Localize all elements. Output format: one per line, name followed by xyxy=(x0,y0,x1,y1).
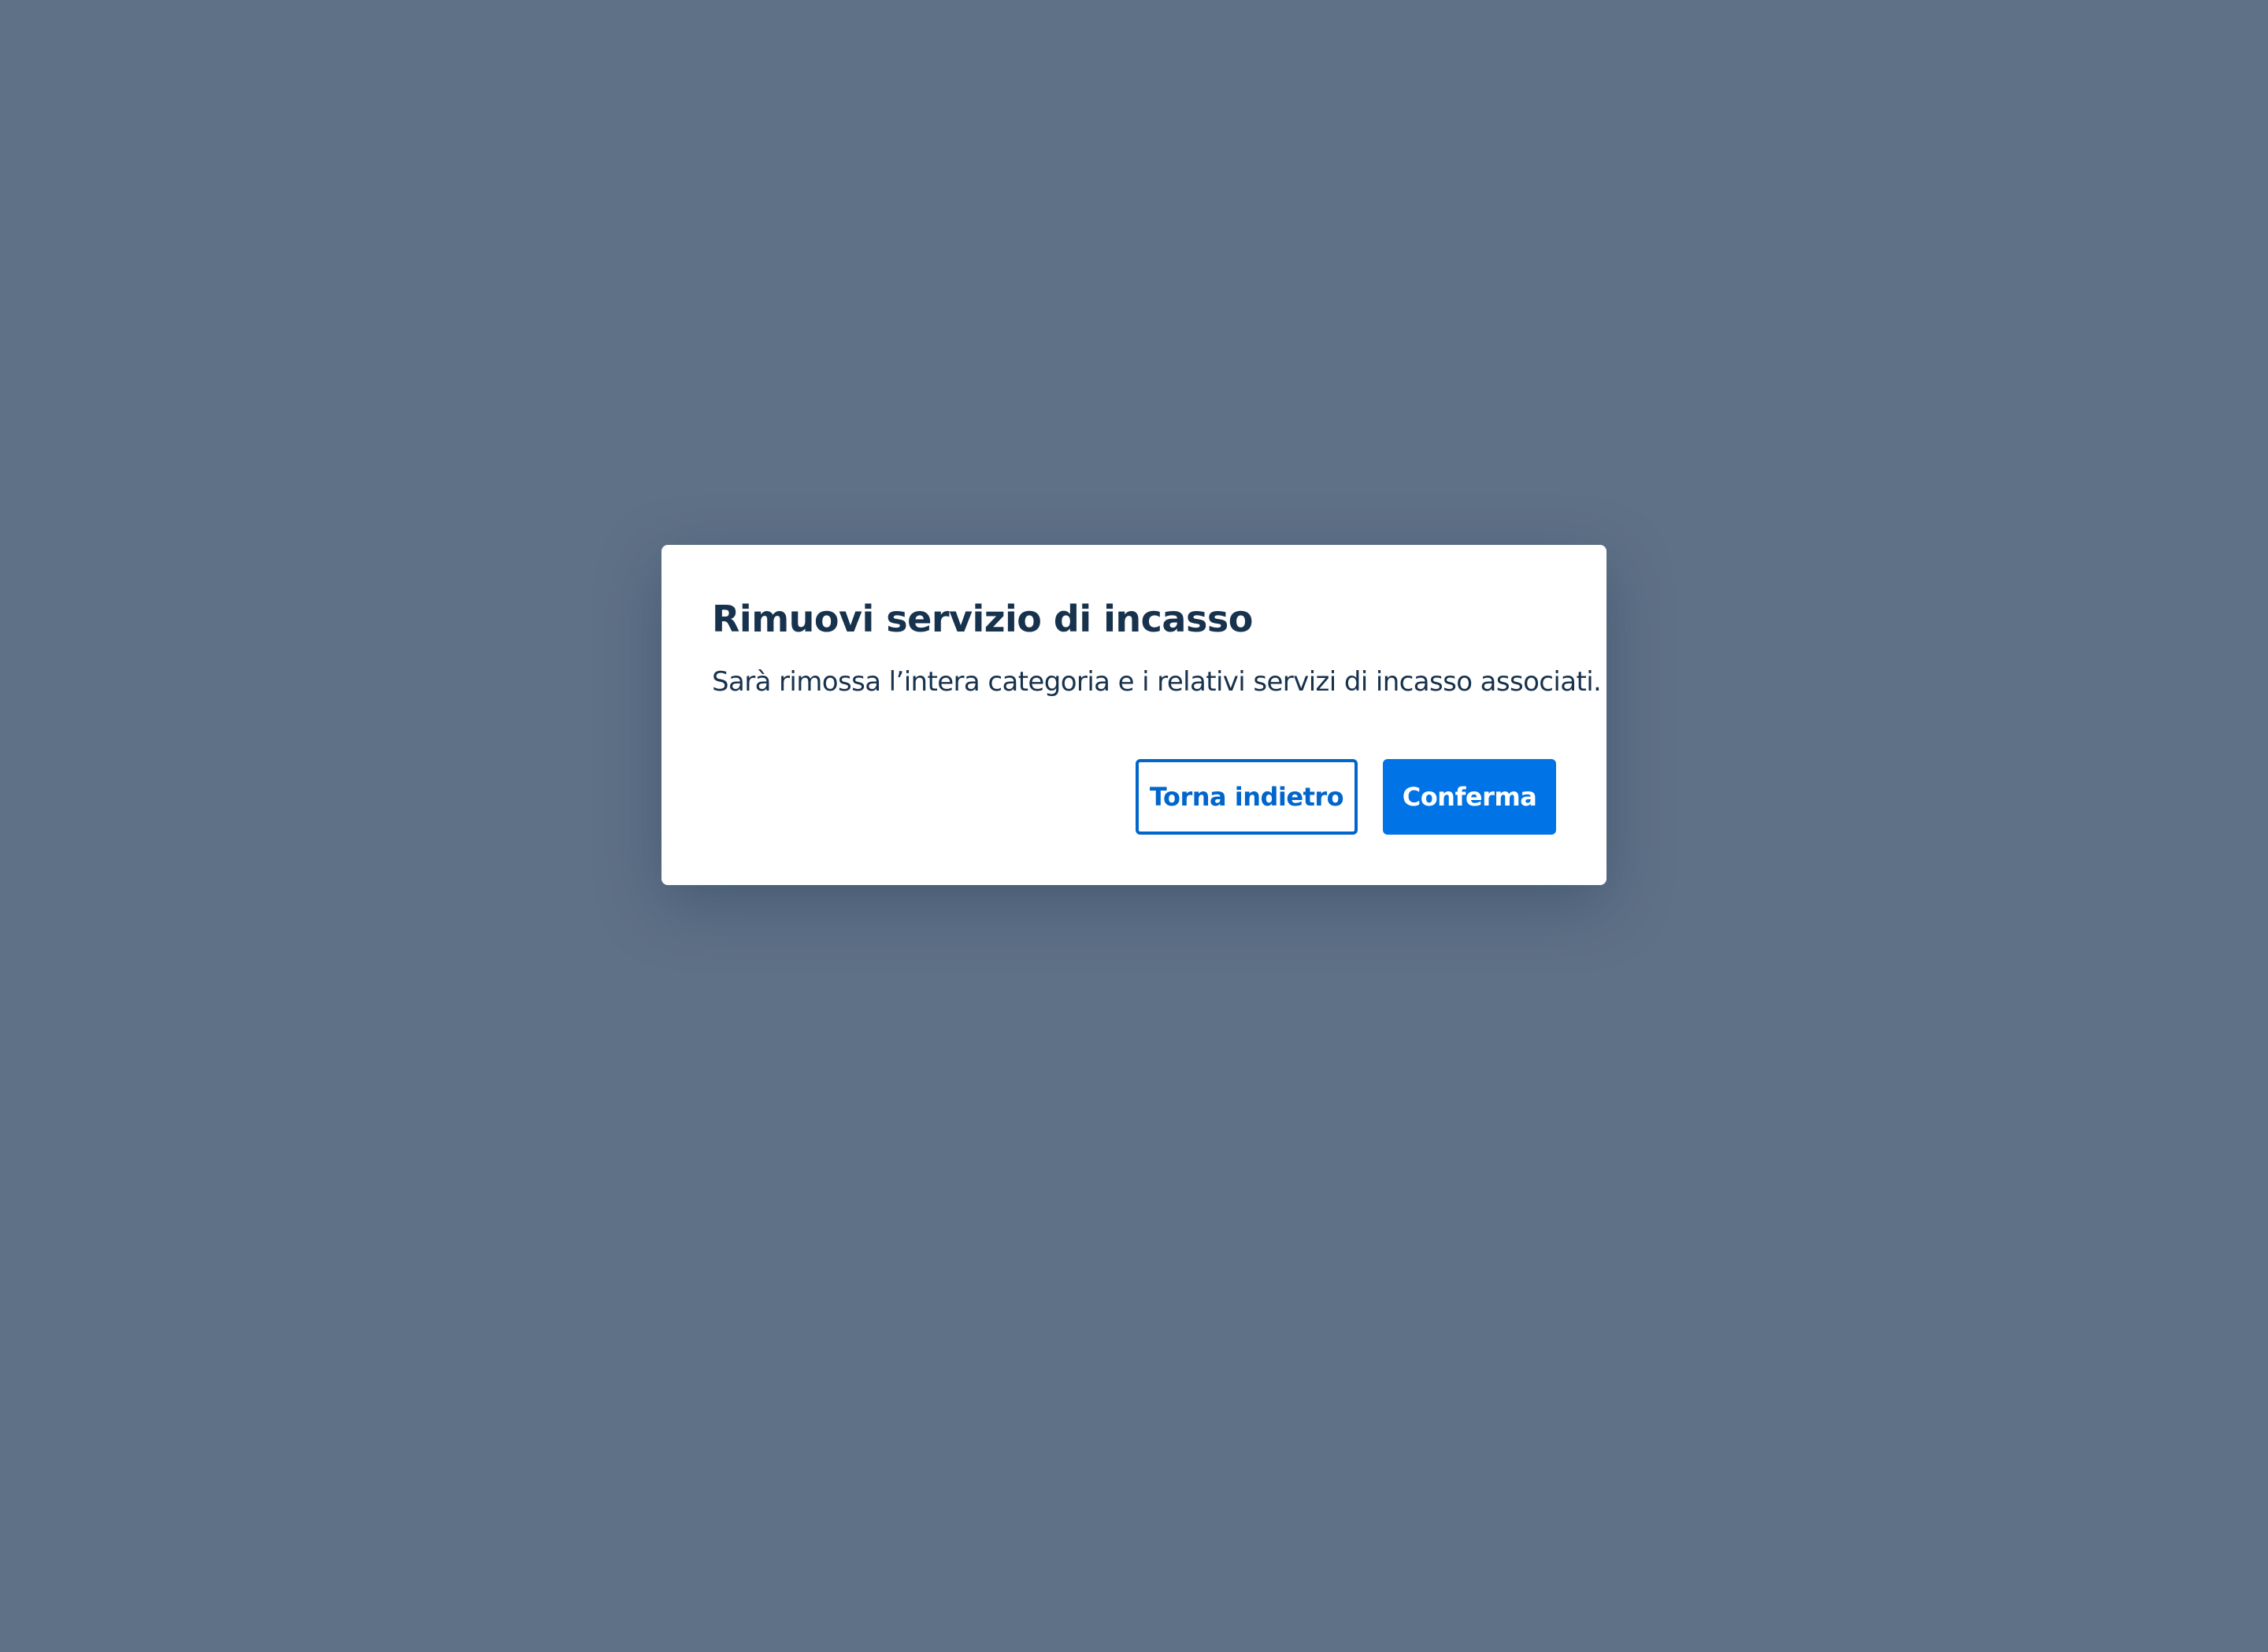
dialog-actions: Torna indietro Conferma xyxy=(1136,759,1556,835)
dialog-title: Rimuovi servizio di incasso xyxy=(712,598,1253,640)
dialog-message: Sarà rimossa l’intera categoria e i rela… xyxy=(712,666,1602,698)
back-button[interactable]: Torna indietro xyxy=(1136,759,1358,835)
confirm-button[interactable]: Conferma xyxy=(1383,759,1556,835)
remove-service-dialog: Rimuovi servizio di incasso Sarà rimossa… xyxy=(662,545,1606,885)
